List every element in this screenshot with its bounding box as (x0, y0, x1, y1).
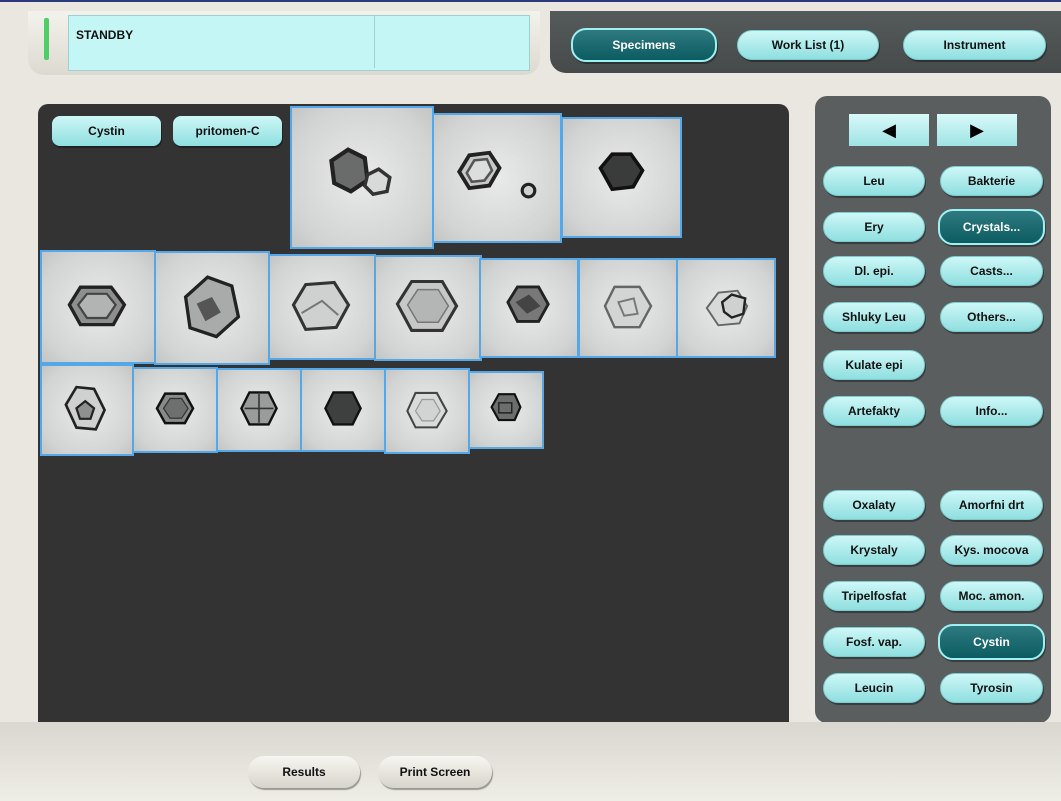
specimens-tab[interactable]: Specimens (571, 28, 717, 62)
crystal-fosf-vap-button[interactable]: Fosf. vap. (823, 627, 925, 657)
top-border (0, 0, 1061, 2)
status-indicator (44, 18, 49, 60)
crystal-cystin-button[interactable]: Cystin (938, 624, 1045, 660)
crystal-image[interactable] (578, 258, 678, 358)
bottom-bar (0, 722, 1061, 801)
instrument-tab[interactable]: Instrument (903, 30, 1046, 60)
crystal-image[interactable] (468, 371, 544, 449)
crystal-image[interactable] (479, 258, 579, 358)
category-casts-button[interactable]: Casts... (940, 256, 1043, 286)
tag-cystin[interactable]: Cystin (52, 116, 161, 146)
crystal-image[interactable] (384, 368, 470, 454)
category-artefakty-button[interactable]: Artefakty (823, 396, 925, 426)
status-box (68, 15, 530, 71)
status-text: STANDBY (76, 28, 134, 42)
crystal-image[interactable] (268, 254, 376, 360)
crystal-leucin-button[interactable]: Leucin (823, 673, 925, 703)
results-button[interactable]: Results (248, 756, 360, 788)
category-kulate-epi-button[interactable]: Kulate epi (823, 350, 925, 380)
crystal-krystaly-button[interactable]: Krystaly (823, 535, 925, 565)
crystal-image[interactable] (216, 368, 302, 452)
crystal-tyrosin-button[interactable]: Tyrosin (940, 673, 1043, 703)
crystal-moc-amon-button[interactable]: Moc. amon. (940, 581, 1043, 611)
crystal-image[interactable] (40, 364, 134, 456)
crystal-image[interactable] (40, 250, 156, 364)
crystal-image[interactable] (676, 258, 776, 358)
category-crystals-button[interactable]: Crystals... (938, 209, 1045, 245)
crystal-oxalaty-button[interactable]: Oxalaty (823, 490, 925, 520)
tag-pritomen-c[interactable]: pritomen-C (173, 116, 282, 146)
crystal-image[interactable] (154, 251, 270, 365)
category-info-button[interactable]: Info... (940, 396, 1043, 426)
print-screen-button[interactable]: Print Screen (378, 756, 492, 788)
crystal-amorfni-drt-button[interactable]: Amorfni drt (940, 490, 1043, 520)
crystal-kys-mocova-button[interactable]: Kys. mocova (940, 535, 1043, 565)
category-shluky-leu-button[interactable]: Shluky Leu (823, 302, 925, 332)
category-leu-button[interactable]: Leu (823, 166, 925, 196)
crystal-image[interactable] (432, 113, 562, 243)
category-bakterie-button[interactable]: Bakterie (940, 166, 1043, 196)
worklist-tab[interactable]: Work List (1) (737, 30, 879, 60)
crystal-image[interactable] (374, 255, 482, 361)
next-arrow-icon[interactable]: ▶ (937, 114, 1017, 146)
crystal-image[interactable] (132, 367, 218, 453)
status-divider (374, 16, 375, 68)
crystal-tripelfosfat-button[interactable]: Tripelfosfat (823, 581, 925, 611)
category-others-button[interactable]: Others... (940, 302, 1043, 332)
crystal-image[interactable] (290, 106, 434, 249)
previous-arrow-icon[interactable]: ◀ (849, 114, 929, 146)
crystal-image[interactable] (300, 368, 386, 452)
category-dl-epi-button[interactable]: Dl. epi. (823, 256, 925, 286)
category-ery-button[interactable]: Ery (823, 212, 925, 242)
crystal-image[interactable] (561, 117, 682, 238)
